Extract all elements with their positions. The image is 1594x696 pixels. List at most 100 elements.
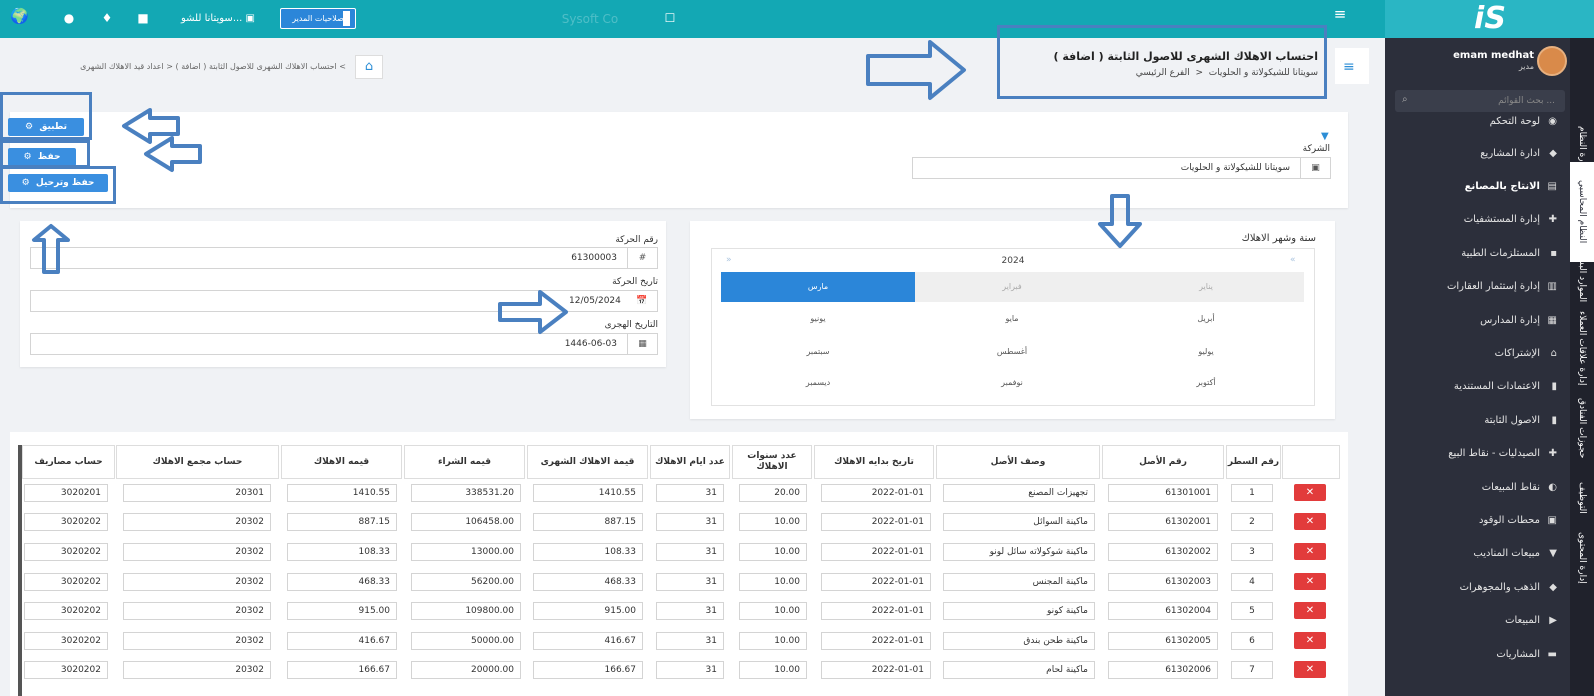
sidebar-item[interactable]: المستلزمات الطبية ▪	[1385, 241, 1570, 267]
table-cell[interactable]: 61302004	[1108, 602, 1218, 620]
table-cell[interactable]: 915.00	[287, 602, 397, 620]
table-cell[interactable]: 10.00	[739, 543, 807, 561]
vtab-cms[interactable]: إدارة المحتوى	[1570, 528, 1594, 588]
calendar-month[interactable]: نوفمبر	[915, 378, 1109, 387]
table-cell[interactable]: 31	[656, 573, 724, 591]
delete-row-button[interactable]: ✕	[1294, 573, 1326, 590]
sidebar-item[interactable]: الصيدليات - نقاط البيع ✚	[1385, 441, 1570, 467]
sidebar-item[interactable]: نقاط المبيعات ◐	[1385, 475, 1570, 501]
table-cell[interactable]: ماكينة لحام	[943, 661, 1095, 679]
table-cell[interactable]: 1410.55	[287, 484, 397, 502]
calendar-month[interactable]: يوليو	[1109, 347, 1303, 356]
calendar-month[interactable]: سبتمبر	[721, 347, 915, 356]
vtab-crm[interactable]: إدارة علاقات العملاء	[1570, 298, 1594, 398]
calendar-month[interactable]: مايو	[915, 314, 1109, 323]
delete-row-button[interactable]: ✕	[1294, 632, 1326, 649]
sidebar-item[interactable]: المبيعات ▶	[1385, 608, 1570, 634]
table-cell[interactable]: 2022-01-01	[821, 573, 931, 591]
table-scroll-indicator[interactable]	[18, 445, 22, 696]
table-cell[interactable]: 61302005	[1108, 632, 1218, 650]
table-cell[interactable]: 10.00	[739, 632, 807, 650]
table-cell[interactable]: 61301001	[1108, 484, 1218, 502]
table-cell[interactable]: 416.67	[533, 632, 643, 650]
sidebar-item[interactable]: ادارة المشاريع ◆	[1385, 141, 1570, 167]
table-cell[interactable]: 915.00	[533, 602, 643, 620]
vtab-hotels[interactable]: حجوزات الفنادق	[1570, 388, 1594, 468]
hijri-date-field[interactable]: ▦ 1446-06-03	[30, 333, 658, 355]
delete-row-button[interactable]: ✕	[1294, 602, 1326, 619]
table-cell[interactable]: 61302001	[1108, 513, 1218, 531]
table-cell[interactable]: 3020202	[24, 602, 108, 620]
table-cell[interactable]: 20302	[123, 513, 271, 531]
bell-icon[interactable]: ♦	[100, 11, 114, 25]
sidebar-item[interactable]: الاعتمادات المستندية ▮	[1385, 374, 1570, 400]
table-cell[interactable]: 166.67	[533, 661, 643, 679]
sidebar-item[interactable]: الإشتراكات ⌂	[1385, 341, 1570, 367]
globe-icon[interactable]: 🌍	[10, 9, 29, 24]
table-cell[interactable]: 416.67	[287, 632, 397, 650]
table-cell[interactable]: 50000.00	[411, 632, 521, 650]
company-select[interactable]: ▣ سويتانا للشيكولاتة و الحلويات	[912, 157, 1331, 179]
sidebar-item[interactable]: مبيعات المناديب ▼	[1385, 541, 1570, 567]
table-cell[interactable]: تجهيزات المصنع	[943, 484, 1095, 502]
table-cell[interactable]: 887.15	[533, 513, 643, 531]
sidebar-item[interactable]: الاصول الثابتة ▮	[1385, 408, 1570, 434]
table-cell[interactable]: 1410.55	[533, 484, 643, 502]
sidebar-item[interactable]: لوحة التحكم ◉	[1385, 109, 1570, 135]
table-cell[interactable]: 3020202	[24, 661, 108, 679]
table-cell[interactable]: 20302	[123, 661, 271, 679]
sidebar-item[interactable]: المشاريات ▬	[1385, 642, 1570, 668]
table-cell[interactable]: 2022-01-01	[821, 602, 931, 620]
table-cell[interactable]: 20302	[123, 602, 271, 620]
delete-row-button[interactable]: ✕	[1294, 543, 1326, 560]
table-cell[interactable]: 20302	[123, 573, 271, 591]
prev-year-icon[interactable]: »	[726, 255, 732, 265]
table-cell[interactable]: 20000.00	[411, 661, 521, 679]
table-cell[interactable]: ماكينة طحن بندق	[943, 632, 1095, 650]
delete-row-button[interactable]: ✕	[1294, 661, 1326, 678]
calendar-month[interactable]: ديسمبر	[721, 378, 915, 387]
table-cell[interactable]: 3020202	[24, 513, 108, 531]
table-cell[interactable]: 20301	[123, 484, 271, 502]
calendar-month[interactable]: أكتوبر	[1109, 378, 1303, 387]
movement-date-field[interactable]: 12/05/2024 📅	[30, 290, 658, 312]
next-year-icon[interactable]: «	[1290, 255, 1296, 265]
breadcrumb-parent[interactable]: اعداد قيد الاهلاك الشهرى	[80, 62, 164, 71]
table-cell[interactable]: 3020201	[24, 484, 108, 502]
table-cell[interactable]: 31	[656, 661, 724, 679]
calendar-month[interactable]: فبراير	[915, 282, 1109, 291]
calendar-month[interactable]: أغسطس	[915, 347, 1109, 356]
table-cell[interactable]: 10.00	[739, 661, 807, 679]
table-cell[interactable]: 166.67	[287, 661, 397, 679]
sidebar-item[interactable]: إدارة المستشفيات ✚	[1385, 207, 1570, 233]
table-cell[interactable]: ماكينة المجنس	[943, 573, 1095, 591]
delete-row-button[interactable]: ✕	[1294, 484, 1326, 501]
table-cell[interactable]: 61302003	[1108, 573, 1218, 591]
menu-toggle-icon[interactable]: ≡	[1333, 7, 1347, 22]
table-cell[interactable]: ماكينة السوائل	[943, 513, 1095, 531]
table-cell[interactable]: 31	[656, 632, 724, 650]
table-cell[interactable]: 2022-01-01	[821, 513, 931, 531]
table-cell[interactable]: 61302002	[1108, 543, 1218, 561]
calendar-month[interactable]: يونيو	[721, 314, 915, 323]
permissions-toggle[interactable]	[343, 11, 350, 26]
table-cell[interactable]: 468.33	[287, 573, 397, 591]
sidebar-item[interactable]: إدارة إستثمار العقارات ▥	[1385, 274, 1570, 300]
table-cell[interactable]: 2022-01-01	[821, 632, 931, 650]
sidebar-item[interactable]: إدارة المدارس ▦	[1385, 308, 1570, 334]
table-cell[interactable]: 20302	[123, 632, 271, 650]
calendar-month[interactable]: مارس	[721, 282, 915, 291]
company-switcher[interactable]: سويتانا للشو... ▣	[175, 13, 255, 24]
table-cell[interactable]: 13000.00	[411, 543, 521, 561]
table-cell[interactable]: 20302	[123, 543, 271, 561]
table-cell[interactable]: 106458.00	[411, 513, 521, 531]
sidebar-item[interactable]: محطات الوقود ▣	[1385, 508, 1570, 534]
calendar-month[interactable]: يناير	[1109, 282, 1303, 291]
table-cell[interactable]: ماكينة كونو	[943, 602, 1095, 620]
avatar[interactable]	[1537, 46, 1567, 76]
table-cell[interactable]: 31	[656, 602, 724, 620]
table-cell[interactable]: 338531.20	[411, 484, 521, 502]
table-cell[interactable]: 31	[656, 543, 724, 561]
table-cell[interactable]: 2022-01-01	[821, 661, 931, 679]
table-cell[interactable]: 3020202	[24, 632, 108, 650]
